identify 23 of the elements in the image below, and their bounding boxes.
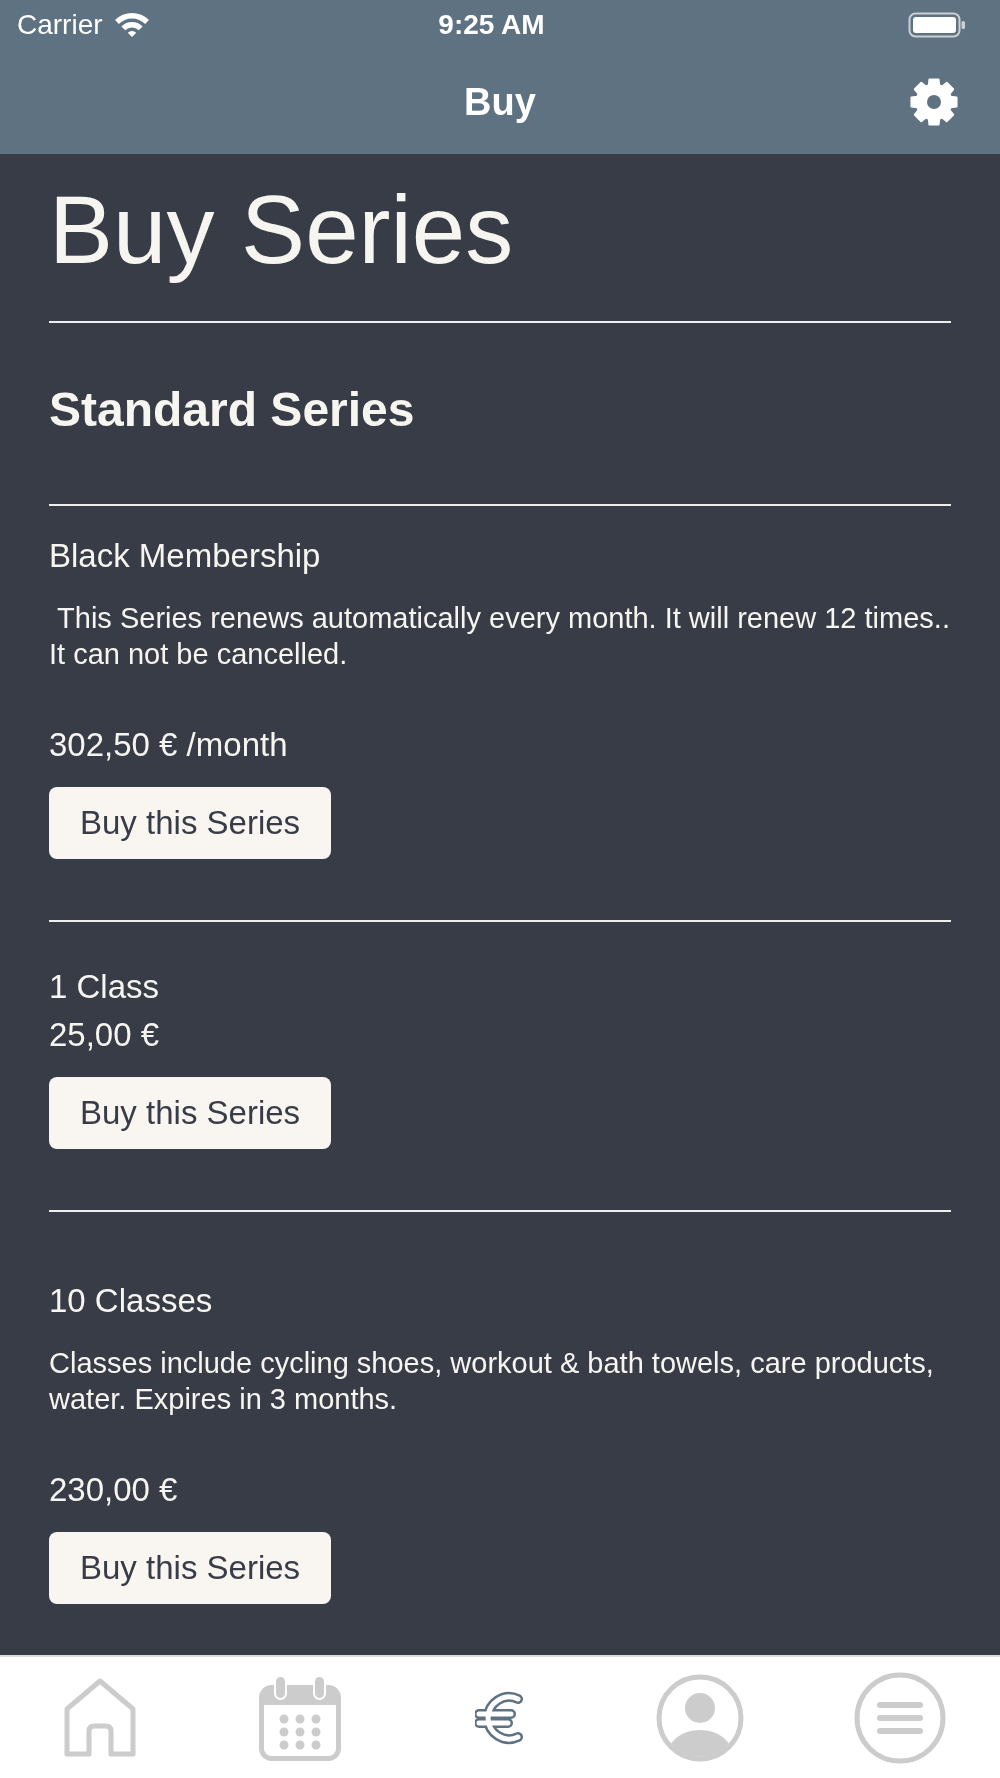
status-time: 9:25 AM <box>438 9 545 41</box>
battery-icon <box>908 12 966 38</box>
carrier-name: Carrier <box>17 9 103 41</box>
wifi-icon <box>114 12 149 38</box>
buy-series-button[interactable]: Buy this Series <box>49 1077 332 1149</box>
home-icon[interactable] <box>63 1676 137 1759</box>
buy-series-button[interactable]: Buy this Series <box>49 787 332 859</box>
series-description: This Series renews automatically every month. It will renew 12 times.. It can not be cancelled. <box>49 601 951 672</box>
calendar-icon[interactable] <box>258 1674 342 1761</box>
page-title: Buy Series <box>49 177 515 283</box>
settings-icon[interactable] <box>909 77 959 127</box>
menu-icon[interactable] <box>854 1671 946 1764</box>
buy-series-button[interactable]: Buy this Series <box>49 1532 332 1604</box>
series-price: 230,00 € <box>49 1471 178 1509</box>
series-price: 302,50 € /month <box>49 726 288 764</box>
section-title: Standard Series <box>49 382 416 438</box>
series-description: Classes include cycling shoes, workout & bath towels, care products, water. Expires in 3 months. <box>49 1346 935 1417</box>
series-name: 1 Class <box>49 968 160 1006</box>
series-price: 25,00 € <box>49 1016 160 1054</box>
series-name: 10 Classes <box>49 1282 213 1320</box>
series-name: Black Membership <box>49 537 321 575</box>
person-icon[interactable] <box>656 1673 744 1762</box>
nav-title: Buy <box>464 80 536 124</box>
